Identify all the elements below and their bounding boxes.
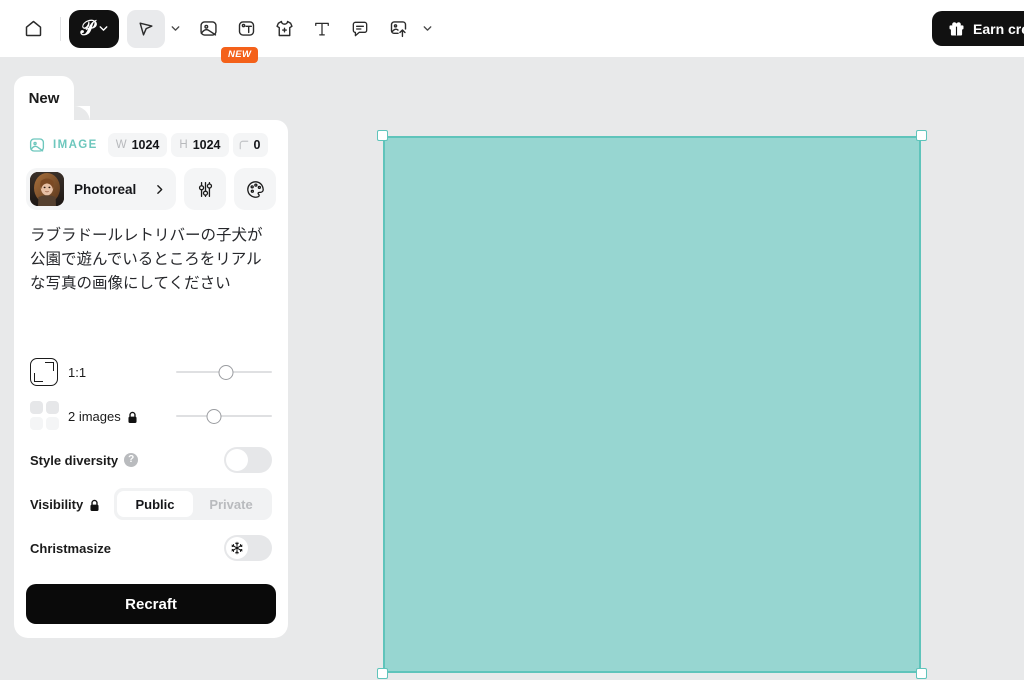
image-type-icon bbox=[28, 136, 46, 154]
style-row: Photoreal bbox=[26, 168, 276, 210]
help-icon[interactable]: ? bbox=[124, 453, 139, 467]
new-badge-wrapper: NEW bbox=[221, 44, 259, 63]
style-selector[interactable]: Photoreal bbox=[26, 168, 176, 210]
christmasize-toggle[interactable] bbox=[224, 535, 272, 561]
cursor-select-icon[interactable] bbox=[127, 9, 166, 48]
aspect-ratio-icon[interactable] bbox=[30, 358, 68, 386]
chevron-down-icon bbox=[97, 22, 110, 35]
visibility-row: Visibility Public Private bbox=[26, 482, 276, 526]
style-chevron-right-icon bbox=[153, 183, 166, 196]
panel-tab-label: New bbox=[28, 89, 60, 107]
corner-radius-icon bbox=[239, 140, 249, 150]
height-field[interactable]: H 1024 bbox=[171, 133, 229, 157]
image-count-row: 2 images bbox=[26, 394, 276, 438]
text-icon[interactable] bbox=[303, 10, 341, 48]
recraft-submit-button[interactable]: Recraft bbox=[26, 584, 276, 624]
visibility-text: Visibility bbox=[30, 496, 84, 512]
visibility-label: Visibility bbox=[30, 497, 100, 512]
style-diversity-text: Style diversity bbox=[30, 452, 119, 468]
object-type: IMAGE bbox=[28, 136, 108, 154]
height-key: H bbox=[179, 139, 188, 151]
resize-handle-bottom-left[interactable] bbox=[377, 668, 388, 679]
width-value: 1024 bbox=[131, 138, 160, 152]
recraft-logo-icon: 𝒫 bbox=[80, 16, 95, 40]
toolbar-divider bbox=[60, 16, 61, 41]
new-badge: NEW bbox=[221, 47, 259, 63]
width-field[interactable]: W 1024 bbox=[107, 133, 168, 157]
tab-notch bbox=[74, 106, 90, 122]
style-diversity-label: Style diversity ? bbox=[30, 452, 139, 468]
visibility-option-private[interactable]: Private bbox=[193, 491, 269, 517]
canvas-selection[interactable] bbox=[377, 130, 927, 679]
resize-handle-top-right[interactable] bbox=[916, 130, 927, 141]
style-thumbnail bbox=[30, 172, 64, 206]
earn-credits-button[interactable]: Earn credits bbox=[932, 11, 1024, 46]
style-settings-icon[interactable] bbox=[184, 168, 226, 210]
visibility-segmented-control: Public Private bbox=[114, 488, 272, 520]
object-type-label: IMAGE bbox=[53, 139, 98, 151]
aspect-ratio-slider[interactable] bbox=[176, 362, 272, 382]
upload-chevron-down-icon[interactable] bbox=[417, 12, 437, 46]
recraft-logo-button[interactable]: 𝒫 bbox=[69, 9, 120, 48]
image-count-slider[interactable] bbox=[176, 406, 272, 426]
select-tool-chevron-down-icon[interactable] bbox=[165, 12, 185, 46]
style-diversity-row: Style diversity ? bbox=[26, 438, 276, 482]
panel-tab-new[interactable]: New bbox=[14, 76, 74, 120]
app-root: 𝒫 Earn cr NEW New IMAGE W 1024 H 1024 0 … bbox=[0, 0, 1024, 680]
image-count-text: 2 images bbox=[68, 408, 121, 424]
top-toolbar: 𝒫 Earn cr bbox=[0, 0, 1024, 57]
mockup-tshirt-icon[interactable] bbox=[265, 10, 303, 48]
upload-image-icon[interactable] bbox=[379, 10, 417, 48]
home-icon[interactable] bbox=[14, 10, 52, 48]
generation-panel: IMAGE W 1024 H 1024 0 Photoreal ラブラドールレト… bbox=[14, 120, 288, 638]
text-to-image-icon[interactable] bbox=[227, 10, 265, 48]
selected-image-placeholder[interactable] bbox=[383, 136, 921, 673]
aspect-ratio-label: 1:1 bbox=[68, 364, 87, 380]
style-name: Photoreal bbox=[74, 181, 137, 197]
aspect-ratio-row: 1:1 bbox=[26, 350, 276, 394]
visibility-lock-icon bbox=[89, 499, 100, 512]
style-diversity-toggle[interactable] bbox=[224, 447, 272, 473]
object-meta-row: IMAGE W 1024 H 1024 0 bbox=[26, 132, 276, 158]
visibility-option-public[interactable]: Public bbox=[117, 491, 193, 517]
resize-handle-bottom-right[interactable] bbox=[916, 668, 927, 679]
christmasize-row: Christmasize bbox=[26, 526, 276, 570]
upload-tool-group bbox=[379, 10, 437, 48]
image-count-grid-icon[interactable] bbox=[30, 401, 68, 431]
corner-radius-field[interactable]: 0 bbox=[232, 133, 269, 157]
gift-icon bbox=[948, 20, 965, 37]
snowflake-icon bbox=[230, 541, 244, 555]
lock-icon bbox=[127, 411, 138, 424]
earn-credits-label: Earn credits bbox=[973, 20, 1024, 37]
height-value: 1024 bbox=[192, 138, 221, 152]
prompt-textarea[interactable]: ラブラドールレトリバーの子犬が公園で遊んでいるところをリアルな写真の画像にしてく… bbox=[26, 224, 276, 316]
select-tool-group bbox=[127, 9, 185, 48]
color-palette-icon[interactable] bbox=[234, 168, 276, 210]
image-icon[interactable] bbox=[189, 10, 227, 48]
comment-icon[interactable] bbox=[341, 10, 379, 48]
corner-radius-value: 0 bbox=[253, 138, 261, 152]
width-key: W bbox=[115, 139, 127, 151]
image-count-label: 2 images bbox=[68, 409, 138, 424]
resize-handle-top-left[interactable] bbox=[377, 130, 388, 141]
christmasize-label: Christmasize bbox=[30, 540, 111, 556]
